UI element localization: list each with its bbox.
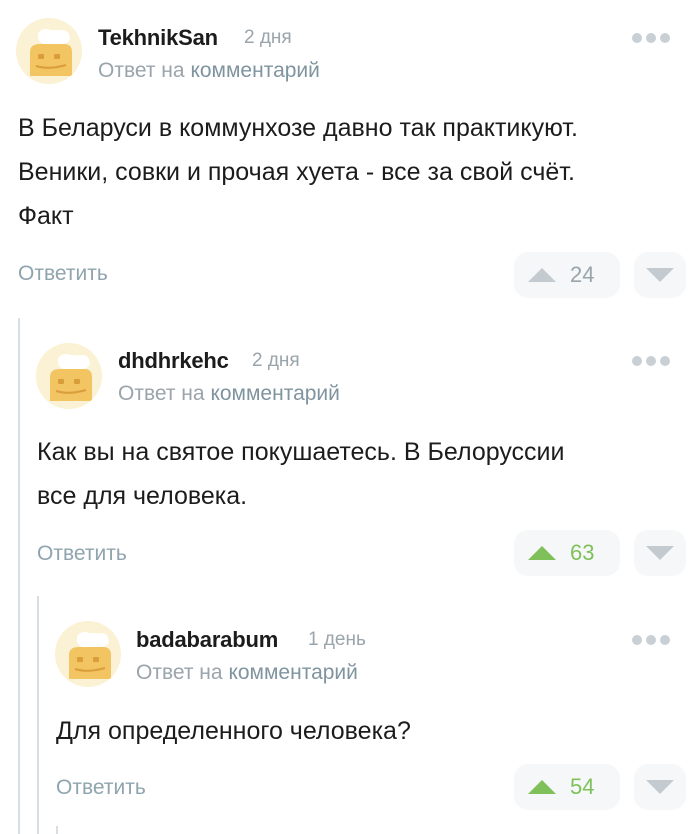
default-avatar-icon xyxy=(16,18,82,84)
reply-button[interactable]: Ответить xyxy=(37,542,127,566)
timestamp: 2 дня xyxy=(252,350,300,371)
reply-to: Ответ на комментарий xyxy=(136,661,358,685)
upvote-button[interactable]: 24 xyxy=(514,252,620,298)
reply-to-prefix: Ответ на xyxy=(136,661,223,684)
rating: 54 xyxy=(570,774,595,799)
thread-line xyxy=(37,596,39,834)
downvote-button[interactable] xyxy=(634,252,686,298)
downvote-icon xyxy=(646,780,674,794)
upvote-button[interactable]: 54 xyxy=(514,764,620,810)
reply-to-prefix: Ответ на xyxy=(98,59,185,82)
username[interactable]: badabarabum xyxy=(136,627,278,653)
downvote-button[interactable] xyxy=(634,764,686,810)
avatar[interactable] xyxy=(36,343,102,409)
downvote-icon xyxy=(646,546,674,560)
rating: 24 xyxy=(570,262,595,287)
more-dots-icon[interactable] xyxy=(632,31,672,45)
upvote-icon xyxy=(528,268,556,282)
comment-text: В Беларуси в коммунхозе давно так практи… xyxy=(18,114,578,230)
thread-line xyxy=(18,318,20,834)
reply-to-link[interactable]: комментарий xyxy=(190,59,319,82)
reply-button[interactable]: Ответить xyxy=(18,262,108,286)
rating: 63 xyxy=(570,540,595,565)
reply-to-prefix: Ответ на xyxy=(118,382,205,405)
more-dots-icon[interactable] xyxy=(632,354,672,368)
reply-button[interactable]: Ответить xyxy=(56,776,146,800)
timestamp: 1 день xyxy=(308,629,366,650)
avatar[interactable] xyxy=(16,18,82,84)
more-dots-icon[interactable] xyxy=(632,633,672,647)
downvote-button[interactable] xyxy=(634,530,686,576)
reply-to-link[interactable]: комментарий xyxy=(210,382,339,405)
upvote-icon xyxy=(528,546,556,560)
reply-to-link[interactable]: комментарий xyxy=(228,661,357,684)
comment-text: Как вы на святое покушаетесь. В Белорусс… xyxy=(37,438,565,510)
thread-line xyxy=(56,826,58,834)
avatar[interactable] xyxy=(55,621,121,687)
upvote-icon xyxy=(528,780,556,794)
username[interactable]: TekhnikSan xyxy=(98,25,218,51)
upvote-button[interactable]: 63 xyxy=(514,530,620,576)
default-avatar-icon xyxy=(55,621,121,687)
timestamp: 2 дня xyxy=(244,27,292,48)
reply-to: Ответ на комментарий xyxy=(98,59,320,83)
default-avatar-icon xyxy=(36,343,102,409)
comment-text: Для определенного человека? xyxy=(56,717,411,745)
reply-to: Ответ на комментарий xyxy=(118,382,340,406)
downvote-icon xyxy=(646,268,674,282)
username[interactable]: dhdhrkehc xyxy=(118,348,229,374)
